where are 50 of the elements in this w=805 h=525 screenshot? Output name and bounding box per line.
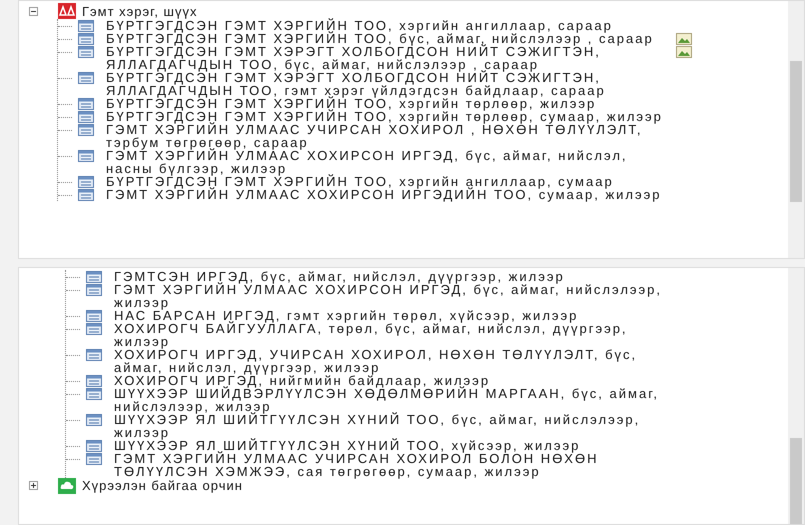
table-icon: [86, 310, 102, 322]
tree-folder-label[interactable]: Хүрээлэн байгаа орчин: [82, 478, 243, 493]
table-icon: [86, 374, 102, 386]
tree-item-label[interactable]: ГЭМТ ХЭРГИЙН УЛМААС ХОХИРСОН ИРГЭДИЙН ТОО, сумаар, жилээр: [106, 188, 666, 201]
tree-item-label[interactable]: ШҮҮХЭЭР ЯЛ ШИЙТГҮҮЛСЭН ХҮНИЙ ТОО, бүс, аймаг, нийслэлээр, жилээр: [114, 412, 674, 438]
tree-item-label[interactable]: ШҮҮХЭЭР ЯЛ ШИЙТГҮҮЛСЭН ХҮНИЙ ТОО, хүйсээр, жилээр: [114, 438, 674, 452]
tree-item-label[interactable]: ГЭМТ ХЭРГИЙН УЛМААС ХОХИРСОН ИРГЭД, бүс, аймаг, нийслэл, насны бүлгээр, жилээр: [106, 149, 666, 175]
table-icon: [86, 388, 102, 400]
tree-item-label[interactable]: ХОХИРОГЧ ИРГЭД, нийгмийн байдлаар, жилээр: [114, 374, 674, 386]
table-icon: [78, 189, 94, 201]
tree-item-label[interactable]: БҮРТГЭГДСЭН ГЭМТ ХЭРГИЙН ТОО, хэргийн төрлөөр, жилээр: [106, 97, 666, 110]
tree-item-label[interactable]: ХОХИРОГЧ ИРГЭД, УЧИРСАН ХОХИРОЛ, НӨХӨН ТӨЛҮҮЛЭЛТ, бүс, аймаг, нийслэл, дүүргээр, жилээр: [114, 348, 674, 374]
table-icon: [78, 150, 94, 162]
tree-item-label[interactable]: БҮРТГЭГДСЭН ГЭМТ ХЭРГИЙН ТОО, хэргийн ангиллаар, сараар: [106, 19, 666, 32]
tree-item-label[interactable]: БҮРТГЭГДСЭН ГЭМТ ХЭРГИЙН ТОО, хэргийн ангиллаар, сумаар: [106, 175, 666, 188]
tree-item-label[interactable]: БҮРТГЭГДСЭН ГЭМТ ХЭРГИЙН ТОО, хэргийн төрлөөр, сумаар, жилээр: [106, 110, 666, 123]
table-icon: [78, 72, 94, 84]
table-icon: [78, 20, 94, 32]
table-icon: [86, 440, 102, 452]
table-icon: [78, 111, 94, 123]
cloud-icon: [58, 478, 76, 494]
table-icon: [86, 270, 102, 282]
scrollbar-thumb[interactable]: [790, 438, 802, 524]
scrollbar[interactable]: [788, 268, 804, 524]
scrollbar-thumb[interactable]: [790, 61, 802, 202]
table-icon: [86, 452, 102, 464]
table-icon: [78, 33, 94, 45]
table-icon: [86, 284, 102, 296]
tree-item-label[interactable]: БҮРТГЭГДСЭН ГЭМТ ХЭРЭГТ ХОЛБОГДСОН НИЙТ СЭЖИГТЭН, ЯЛЛАГДАГЧДЫН ТОО, бүс, аймаг, нийслэлээр , сараар: [106, 45, 666, 71]
tree-item-label[interactable]: БҮРТГЭГДСЭН ГЭМТ ХЭРЭГТ ХОЛБОГДСОН НИЙТ СЭЖИГТЭН, ЯЛЛАГДАГЧДЫН ТОО, гэмт хэрэг үйлдэгдсэн байдлаар, сараар: [106, 71, 666, 97]
table-icon: [78, 176, 94, 188]
tree-item-label[interactable]: ГЭМТ ХЭРГИЙН УЛМААС УЧИРСАН ХОХИРОЛ БОЛОН НӨХӨН ТӨЛҮҮЛСЭН ХЭМЖЭЭ, сая төгрөгөөр, сумаар, жилээр: [114, 452, 674, 478]
tree-item-label[interactable]: ШҮҮХЭЭР ШИЙДВЭРЛҮҮЛСЭН ХӨДӨЛМӨРИЙН МАРГААН, бүс, аймаг, нийслэлээр, жилээр: [114, 386, 674, 412]
table-icon: [78, 46, 94, 58]
table-icon: [86, 414, 102, 426]
tree-item-label[interactable]: НАС БАРСАН ИРГЭД, гэмт хэргийн төрөл, хүйсээр, жилээр: [114, 308, 674, 322]
tree-item-label[interactable]: ХОХИРОГЧ БАЙГУУЛЛАГА, төрөл, бүс, аймаг, нийслэл, дүүргээр, жилээр: [114, 322, 674, 348]
tree-item-label[interactable]: БҮРТГЭГДСЭН ГЭМТ ХЭРГИЙН ТОО, бүс, аймаг, нийслэлээр , сараар: [106, 32, 666, 45]
table-icon: [86, 348, 102, 360]
tree-item-label[interactable]: ГЭМТ ХЭРГИЙН УЛМААС УЧИРСАН ХОХИРОЛ , НӨХӨН ТӨЛҮҮЛЭЛТ, тэрбум төгрөгөөр, сараар: [106, 123, 666, 149]
expand-toggle-icon[interactable]: [29, 481, 38, 490]
warning-triangles-icon: [58, 3, 76, 19]
scrollbar[interactable]: [788, 1, 804, 258]
table-icon: [86, 322, 102, 334]
tree-folder-label[interactable]: Гэмт хэрэг, шүүх: [82, 4, 198, 18]
tree-item-label[interactable]: ГЭМТ ХЭРГИЙН УЛМААС ХОХИРСОН ИРГЭД, бүс, аймаг, нийслэлээр, жилээр: [114, 282, 674, 308]
tree-item-label[interactable]: ГЭМТСЭН ИРГЭД, бүс, аймаг, нийслэл, дүүргээр, жилээр: [114, 270, 674, 282]
collapse-toggle-icon[interactable]: [29, 6, 38, 16]
table-icon: [78, 98, 94, 110]
table-icon: [78, 124, 94, 136]
